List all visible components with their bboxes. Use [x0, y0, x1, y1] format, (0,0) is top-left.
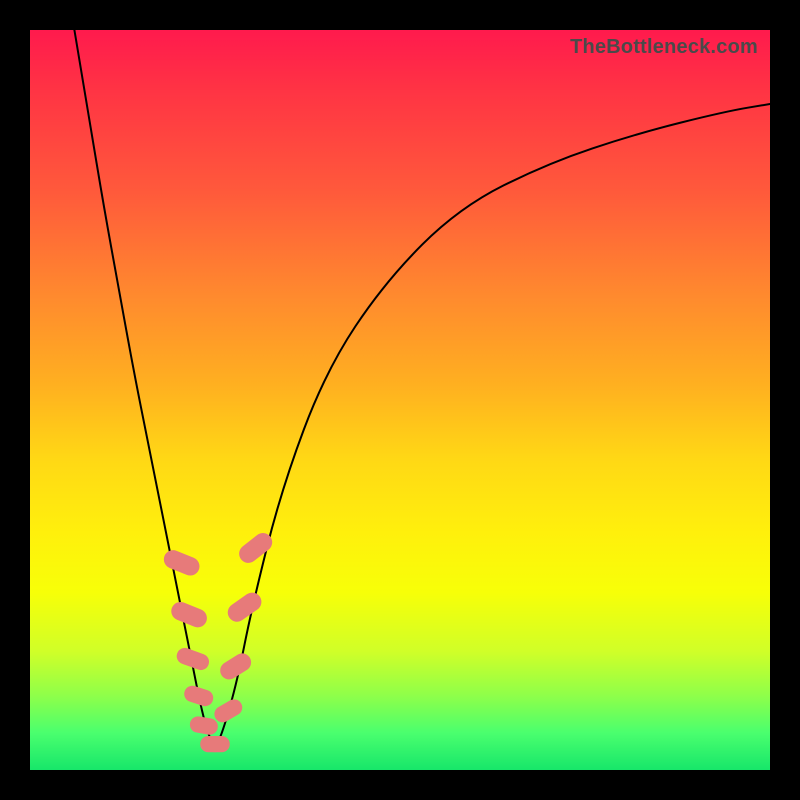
bottleneck-curve [74, 30, 770, 744]
curve-marker [211, 696, 245, 725]
curve-marker [224, 589, 265, 625]
plot-area: TheBottleneck.com [30, 30, 770, 770]
curve-marker [208, 736, 230, 752]
curve-marker [217, 650, 255, 683]
curve-marker [189, 715, 220, 736]
curve-markers [161, 529, 276, 752]
curve-marker [182, 684, 215, 709]
curve-marker [168, 599, 209, 630]
curve-svg [30, 30, 770, 770]
chart-canvas: TheBottleneck.com [0, 0, 800, 800]
curve-marker [161, 547, 202, 578]
